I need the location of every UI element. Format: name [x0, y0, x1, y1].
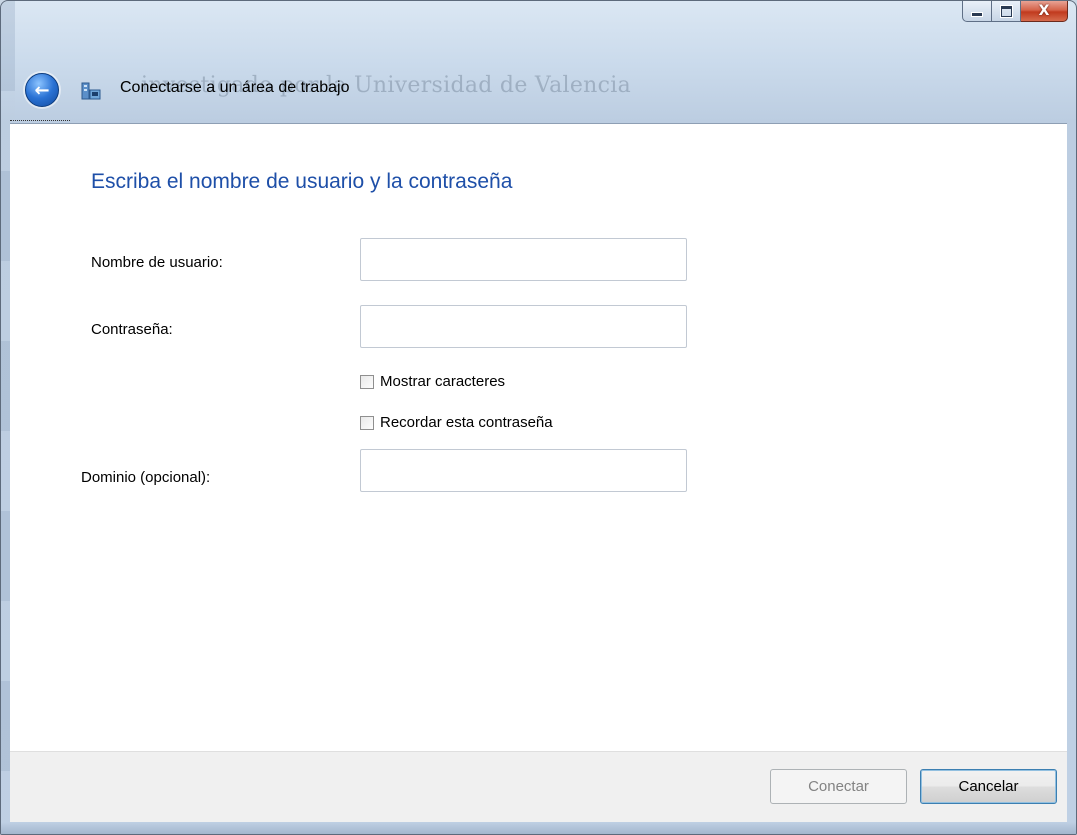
minimize-button[interactable] — [962, 1, 992, 22]
back-button[interactable]: ← — [25, 73, 59, 107]
domain-input[interactable] — [360, 449, 687, 492]
maximize-button[interactable] — [992, 1, 1021, 22]
show-characters-checkbox[interactable] — [360, 374, 374, 389]
remember-password-option[interactable]: Recordar esta contraseña — [360, 414, 553, 431]
window-frame: investigado por la Universidad de Valenc… — [0, 0, 1077, 835]
caption-buttons: X — [962, 1, 1068, 23]
maximize-icon — [999, 4, 1013, 18]
username-label: Nombre de usuario: — [91, 254, 223, 271]
network-workplace-icon — [81, 82, 101, 100]
window-bottom-border — [1, 822, 1076, 834]
close-button[interactable]: X — [1021, 1, 1068, 22]
remember-password-label[interactable]: Recordar esta contraseña — [380, 414, 553, 431]
minimize-icon — [971, 12, 983, 17]
password-label: Contraseña: — [91, 321, 173, 338]
cancel-button[interactable]: Cancelar — [920, 769, 1057, 804]
window-title: Conectarse a un área de trabajo — [120, 79, 350, 96]
button-bar: Conectar Cancelar — [10, 751, 1067, 823]
show-characters-label[interactable]: Mostrar caracteres — [380, 373, 505, 390]
domain-label: Dominio (opcional): — [81, 469, 211, 486]
remember-password-checkbox[interactable] — [360, 415, 374, 430]
connect-button[interactable]: Conectar — [770, 769, 907, 804]
password-input[interactable] — [360, 305, 687, 348]
show-characters-option[interactable]: Mostrar caracteres — [360, 373, 505, 390]
page-heading: Escriba el nombre de usuario y la contra… — [91, 170, 513, 193]
close-icon: X — [1038, 3, 1050, 19]
username-input[interactable] — [360, 238, 687, 281]
back-arrow-icon: ← — [34, 79, 50, 101]
focus-indicator — [10, 120, 70, 122]
content-area: Escriba el nombre de usuario y la contra… — [10, 123, 1067, 752]
